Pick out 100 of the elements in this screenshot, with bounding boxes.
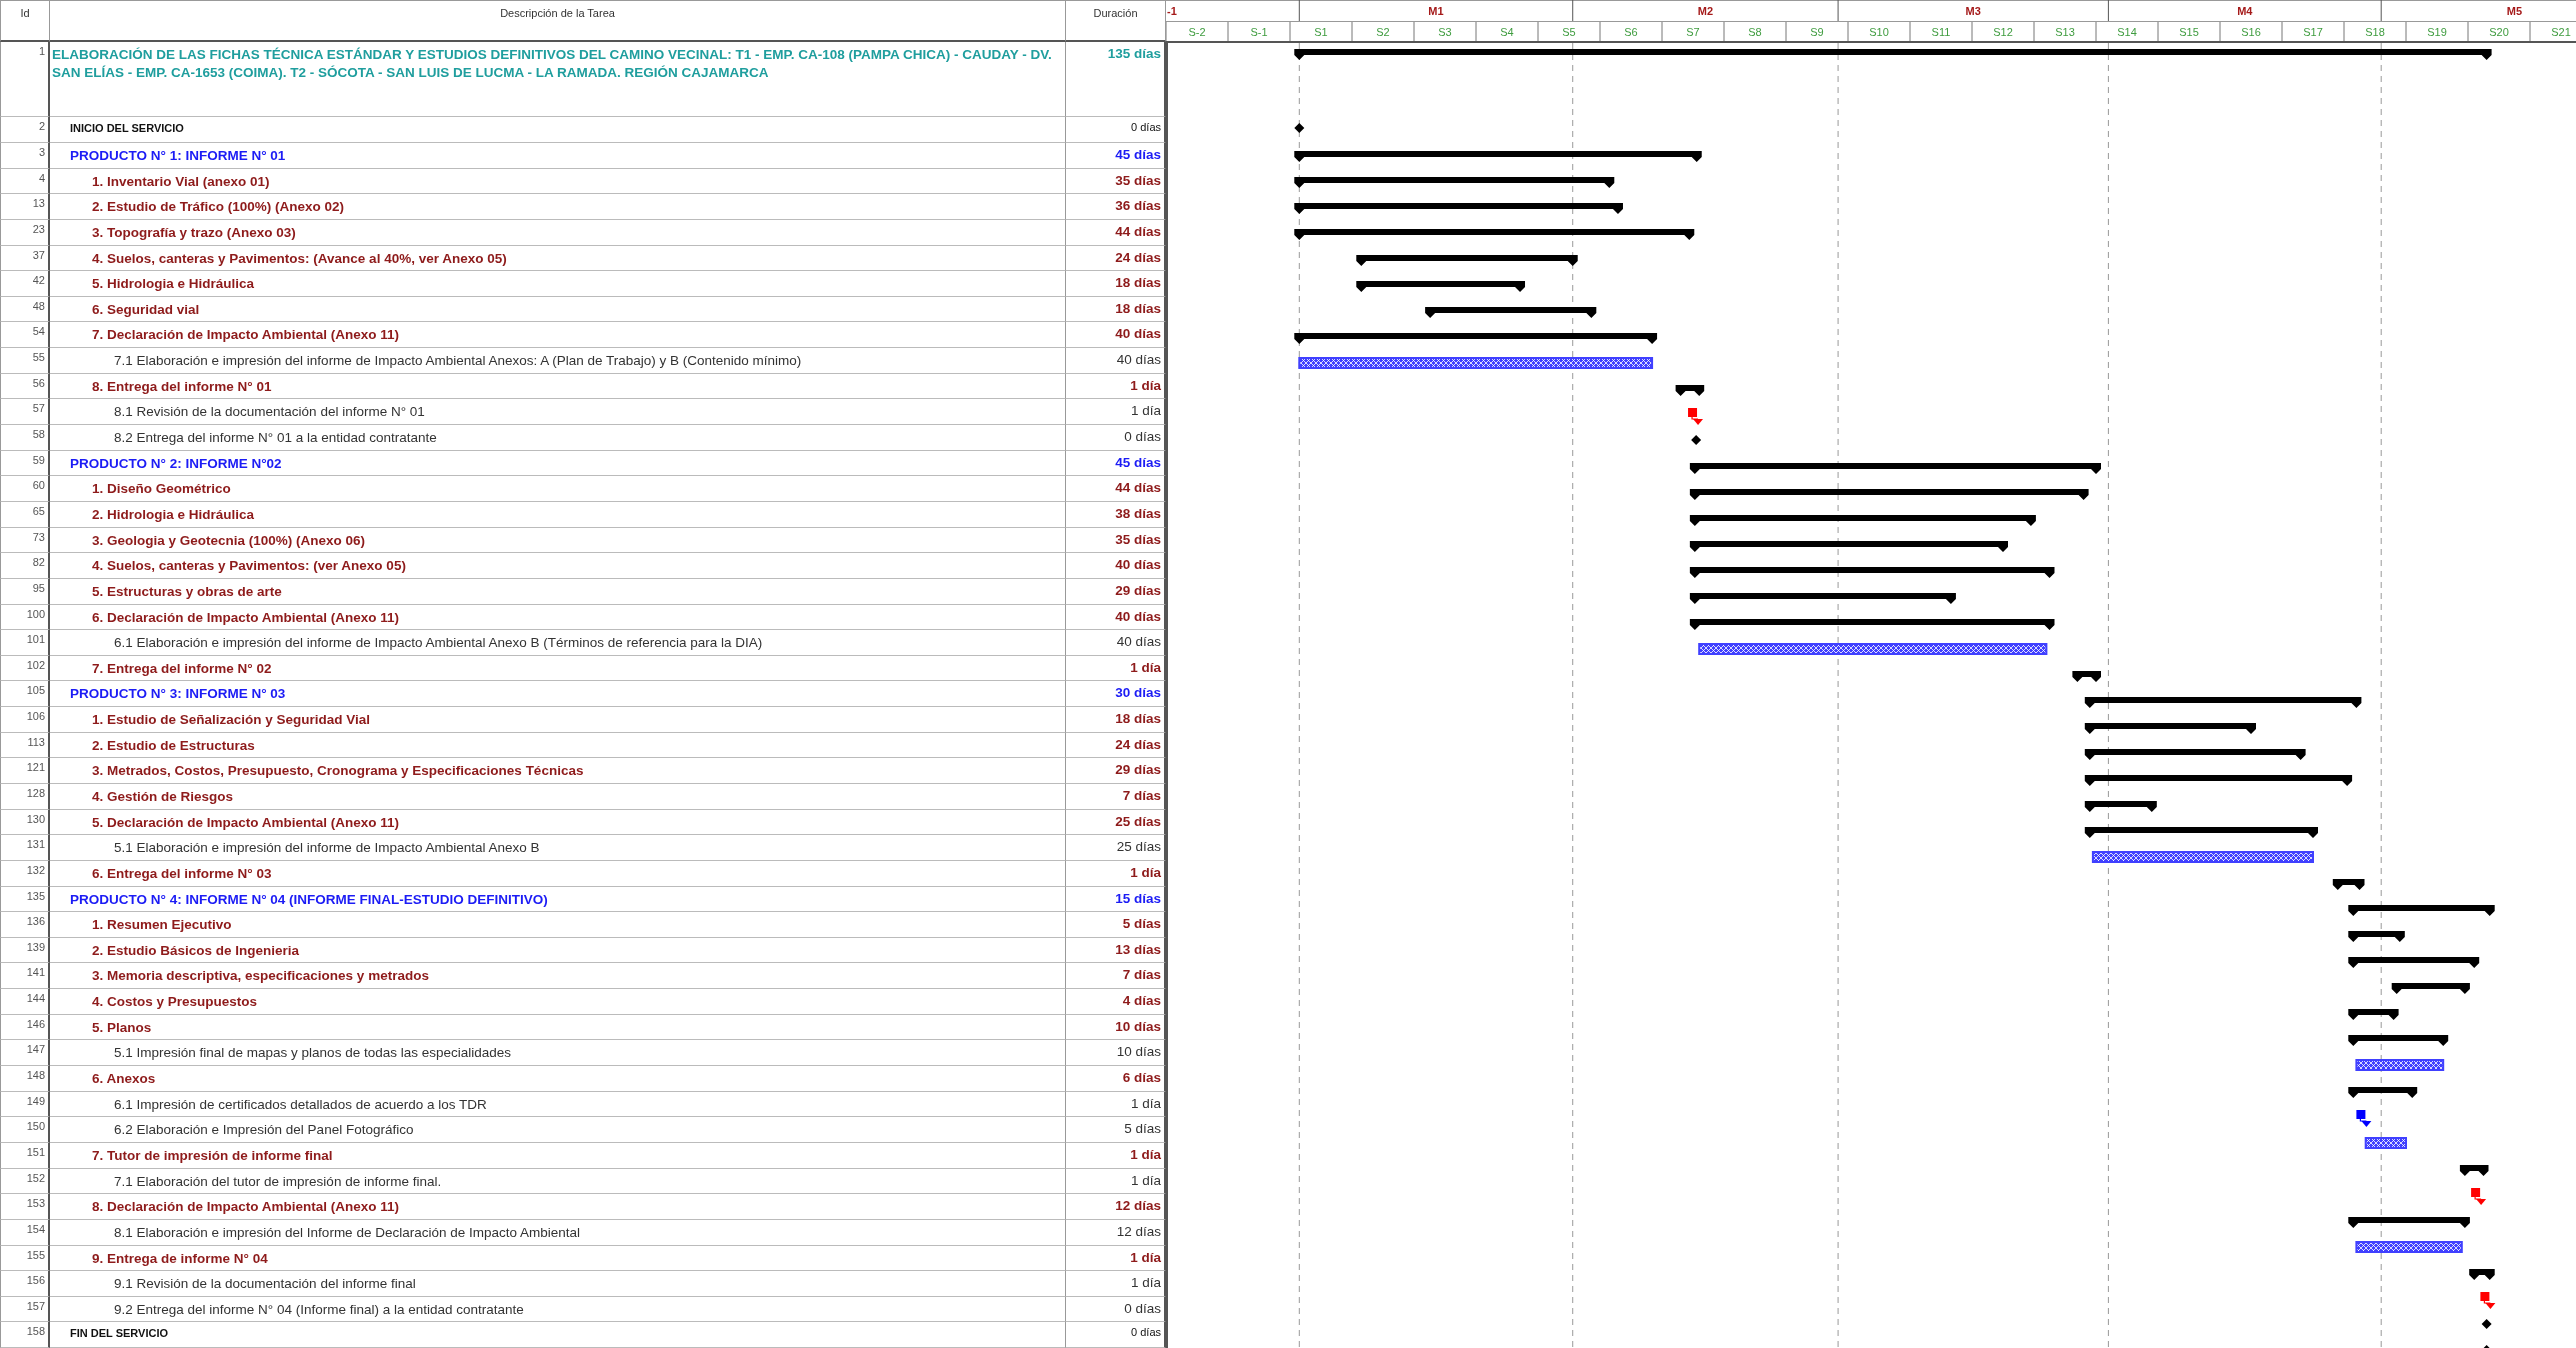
task-name: 9.2 Entrega del informe N° 04 (Informe final) a la entidad contratante <box>50 1296 1066 1323</box>
task-name: 2. Estudio Básicos de Ingenieria <box>50 937 1066 964</box>
task-id: 136 <box>0 912 50 938</box>
task-name: 1. Resumen Ejecutivo <box>50 912 1066 938</box>
week-label: S21 <box>2551 26 2571 38</box>
month-label: M4 <box>2237 5 2253 17</box>
task-id: 100 <box>0 604 50 631</box>
task-duration: 0 días <box>1066 1322 1166 1348</box>
summary-bar <box>2332 879 2365 890</box>
task-id: 154 <box>0 1219 50 1246</box>
month-label: -1 <box>1167 5 1177 17</box>
task-duration: 0 días <box>1066 425 1166 451</box>
task-id: 152 <box>0 1168 50 1195</box>
task-duration: 5 días <box>1066 912 1166 938</box>
column-header: Duración <box>1066 0 1166 43</box>
task-id: 59 <box>0 450 50 477</box>
task-name: 6.1 Impresión de certificados detallados de acuerdo a los TDR <box>50 1091 1066 1118</box>
task-duration: 35 días <box>1066 168 1166 195</box>
task-name: 6.1 Elaboración e impresión del informe de Impacto Ambiental Anexo B (Términos de referencia para la DIA) <box>50 630 1066 656</box>
task-duration: 35 días <box>1066 527 1166 554</box>
week-label: S4 <box>1500 26 1514 38</box>
task-duration: 7 días <box>1066 963 1166 990</box>
task-name: 9.1 Revisión de la documentación del informe final <box>50 1271 1066 1297</box>
task-name: 8. Declaración de Impacto Ambiental (Anexo 11) <box>50 1194 1066 1220</box>
task-name: 7.1 Elaboración e impresión del informe de Impacto Ambiental Anexos: A (Plan de Trabajo) y B (Contenido mínimo) <box>50 348 1066 374</box>
week-label: S17 <box>2303 26 2323 38</box>
summary-bar <box>2348 1009 2399 1020</box>
task-name: ELABORACIÓN DE LAS FICHAS TÉCNICA ESTÁNDAR Y ESTUDIOS DEFINITIVOS DEL CAMINO VECINAL: T1 - EMP. CA-108 (PAMPA CHICA) - CAUDAY - DV. SAN ELÍAS - EMP. CA-1653 (COIMA). T2 - SÓCOTA - SAN LUIS DE LUCMA - LA RAMADA. REGIÓN CAJAMARCA <box>50 42 1066 118</box>
task-duration: 44 días <box>1066 476 1166 502</box>
task-duration: 45 días <box>1066 143 1166 169</box>
task-duration: 15 días <box>1066 886 1166 913</box>
task-name: 5. Declaración de Impacto Ambiental (Anexo 11) <box>50 809 1066 836</box>
task-duration: 4 días <box>1066 989 1166 1015</box>
milestone-marker <box>1691 435 1702 445</box>
task-name: 7. Tutor de impresión de informe final <box>50 1142 1066 1169</box>
task-duration: 6 días <box>1066 1066 1166 1092</box>
task-id: 139 <box>0 937 50 964</box>
summary-bar <box>2469 1269 2495 1280</box>
task-id: 55 <box>0 348 50 374</box>
task-name: 5. Hidrologia e Hidráulica <box>50 271 1066 297</box>
task-duration: 1 día <box>1066 373 1166 400</box>
milestone-marker <box>2481 1345 2492 1348</box>
summary-bar <box>2348 931 2405 942</box>
task-name: 2. Hidrologia e Hidráulica <box>50 501 1066 528</box>
task-id: 153 <box>0 1194 50 1220</box>
task-id: 113 <box>0 732 50 759</box>
task-id: 60 <box>0 476 50 502</box>
month-label: M1 <box>1428 5 1444 17</box>
task-name: 5. Planos <box>50 1014 1066 1041</box>
task-duration: 1 día <box>1066 1271 1166 1297</box>
task-duration: 40 días <box>1066 630 1166 656</box>
column-header: Descripción de la Tarea <box>50 0 1066 43</box>
task-id: 151 <box>0 1142 50 1169</box>
task-name: 5.1 Impresión final de mapas y planos de todas las especialidades <box>50 1040 1066 1067</box>
task-duration: 40 días <box>1066 553 1166 579</box>
task-name: 3. Topografía y trazo (Anexo 03) <box>50 219 1066 246</box>
task-id: 42 <box>0 271 50 297</box>
week-label: S14 <box>2117 26 2137 38</box>
task-duration: 10 días <box>1066 1040 1166 1067</box>
task-duration: 24 días <box>1066 732 1166 759</box>
task-name: 4. Suelos, canteras y Pavimentos: (Avance al 40%, ver Anexo 05) <box>50 245 1066 272</box>
task-id: 135 <box>0 886 50 913</box>
task-name: 7.1 Elaboración del tutor de impresión de informe final. <box>50 1168 1066 1195</box>
task-duration: 12 días <box>1066 1219 1166 1246</box>
task-id: 56 <box>0 373 50 400</box>
task-id: 1 <box>0 42 50 118</box>
task-name: 4. Suelos, canteras y Pavimentos: (ver Anexo 05) <box>50 553 1066 579</box>
task-id: 58 <box>0 425 50 451</box>
task-id: 156 <box>0 1271 50 1297</box>
task-id: 65 <box>0 501 50 528</box>
task-id: 57 <box>0 399 50 426</box>
task-duration: 29 días <box>1066 578 1166 605</box>
task-duration: 40 días <box>1066 604 1166 631</box>
task-id: 105 <box>0 681 50 708</box>
task-name: 2. Estudio de Tráfico (100%) (Anexo 02) <box>50 194 1066 220</box>
task-duration: 135 días <box>1066 42 1166 118</box>
task-duration: 1 día <box>1066 1091 1166 1118</box>
task-name: 7. Entrega del informe N° 02 <box>50 655 1066 682</box>
task-id: 82 <box>0 553 50 579</box>
task-name: PRODUCTO N° 4: INFORME N° 04 (INFORME FINAL-ESTUDIO DEFINITIVO) <box>50 886 1066 913</box>
week-label: S1 <box>1314 26 1328 38</box>
month-label: M2 <box>1697 5 1714 17</box>
week-label: S18 <box>2365 26 2385 38</box>
task-id: 23 <box>0 219 50 246</box>
milestone-marker <box>2481 1319 2492 1329</box>
task-duration: 44 días <box>1066 219 1166 246</box>
task-name: 1. Estudio de Señalización y Seguridad Vial <box>50 707 1066 733</box>
task-name: 5.1 Elaboración e impresión del informe de Impacto Ambiental Anexo B <box>50 835 1066 861</box>
week-label: S9 <box>1810 26 1824 38</box>
task-name: 8.2 Entrega del informe N° 01 a la entidad contratante <box>50 425 1066 451</box>
task-name: 8.1 Elaboración e impresión del Informe de Declaración de Impacto Ambiental <box>50 1219 1066 1246</box>
week-label: S-2 <box>1188 26 1206 38</box>
summary-bar <box>2348 1087 2418 1098</box>
week-label: S20 <box>2489 26 2509 38</box>
task-duration: 5 días <box>1066 1117 1166 1143</box>
task-name: 5. Estructuras y obras de arte <box>50 578 1066 605</box>
task-duration: 36 días <box>1066 194 1166 220</box>
task-name: 8.1 Revisión de la documentación del informe N° 01 <box>50 399 1066 426</box>
task-id: 157 <box>0 1296 50 1323</box>
task-duration: 40 días <box>1066 348 1166 374</box>
